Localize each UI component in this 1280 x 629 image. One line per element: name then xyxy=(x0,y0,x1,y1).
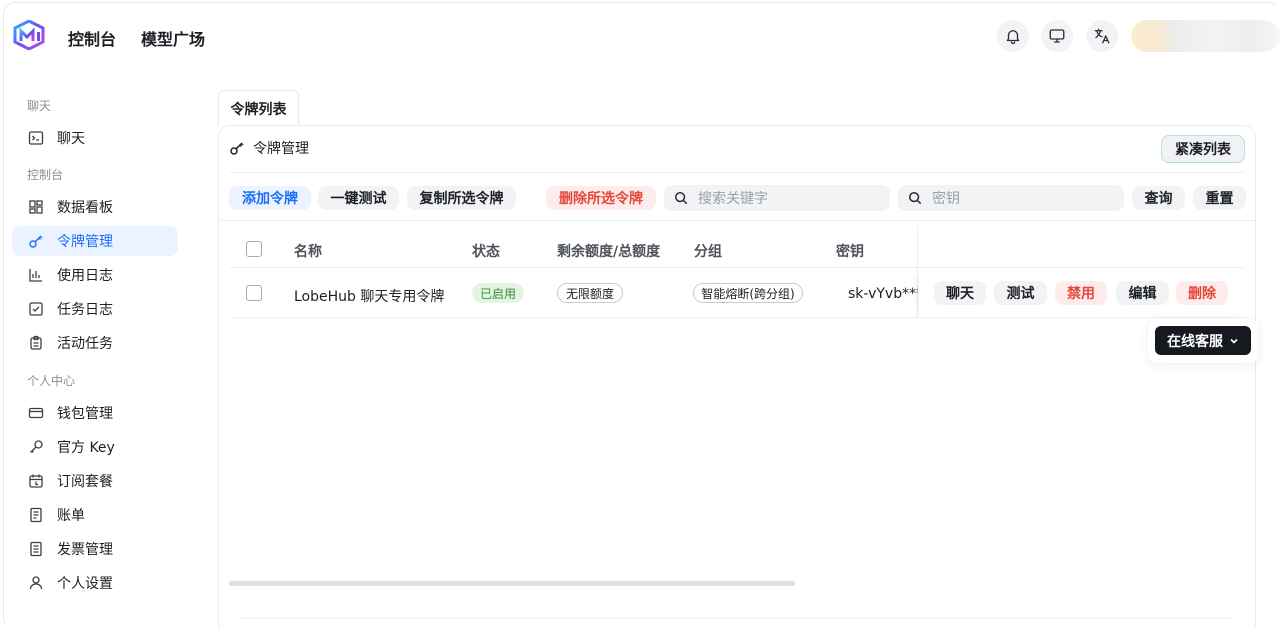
checkbox-icon xyxy=(29,302,43,316)
copy-selected-button[interactable]: 复制所选令牌 xyxy=(407,186,516,210)
search-icon xyxy=(674,191,688,205)
token-name: LobeHub 聊天专用令牌 xyxy=(294,289,445,305)
chat-button[interactable]: 聊天 xyxy=(934,281,986,305)
key-placeholder: 密钥 xyxy=(932,191,960,207)
nav-console[interactable]: 控制台 xyxy=(68,26,116,50)
reset-button[interactable]: 重置 xyxy=(1193,186,1246,210)
divider xyxy=(229,172,1245,173)
sidebar-item-settings[interactable]: 个人设置 xyxy=(12,568,178,598)
sidebar-item-label: 数据看板 xyxy=(57,200,113,216)
sidebar-item-label: 令牌管理 xyxy=(57,234,113,250)
test-button[interactable]: 测试 xyxy=(994,281,1047,305)
sidebar-item-subscription[interactable]: 订阅套餐 xyxy=(12,466,178,496)
column-header-group[interactable]: 分组 xyxy=(694,241,722,261)
support-label: 在线客服 xyxy=(1167,333,1223,350)
sidebar-section-chat: 聊天 xyxy=(27,99,52,113)
sidebar-item-active-tasks[interactable]: 活动任务 xyxy=(12,328,178,358)
group-badge: 智能熔断(跨分组) xyxy=(693,283,803,303)
language-button[interactable] xyxy=(1086,20,1118,52)
sidebar-item-usage-logs[interactable]: 使用日志 xyxy=(12,260,178,290)
sidebar-item-label: 个人设置 xyxy=(57,576,113,592)
column-header-quota[interactable]: 剩余额度/总额度 xyxy=(557,241,660,261)
edit-button[interactable]: 编辑 xyxy=(1116,281,1169,305)
query-button[interactable]: 查询 xyxy=(1132,186,1185,210)
sidebar-item-label: 订阅套餐 xyxy=(57,474,113,490)
bar-chart-icon xyxy=(29,269,42,282)
online-support-button[interactable]: 在线客服 xyxy=(1155,326,1251,355)
select-all-checkbox[interactable] xyxy=(246,241,262,257)
sidebar-item-label: 官方 Key xyxy=(57,440,115,456)
top-header: 控制台 模型广场 xyxy=(0,0,1280,72)
sidebar-item-label: 发票管理 xyxy=(57,542,113,558)
table-header-divider xyxy=(229,267,1245,268)
user-avatar[interactable] xyxy=(1131,20,1280,52)
column-header-status[interactable]: 状态 xyxy=(472,241,500,261)
user-icon xyxy=(29,576,43,590)
delete-selected-button[interactable]: 删除所选令牌 xyxy=(546,186,656,210)
sidebar-item-chat[interactable]: 聊天 xyxy=(12,123,178,153)
disable-button[interactable]: 禁用 xyxy=(1055,281,1107,305)
nav-model-plaza[interactable]: 模型广场 xyxy=(141,26,205,50)
sidebar-section-personal: 个人中心 xyxy=(27,374,76,388)
key-search-input[interactable]: 密钥 xyxy=(898,185,1124,211)
row-actions: 聊天 测试 禁用 编辑 删除 xyxy=(919,269,1239,318)
key-icon xyxy=(29,235,43,248)
key-alt-icon xyxy=(30,440,43,453)
sidebar-item-wallet[interactable]: 钱包管理 xyxy=(12,398,178,428)
calendar-icon xyxy=(29,474,43,488)
search-icon xyxy=(908,191,922,205)
sidebar-item-label: 聊天 xyxy=(57,131,85,147)
sidebar-item-label: 钱包管理 xyxy=(57,406,113,422)
chevron-down-icon xyxy=(1230,338,1238,344)
clipboard-icon xyxy=(30,335,42,350)
quota-badge: 无限额度 xyxy=(557,283,623,303)
support-widget: 在线客服 xyxy=(1148,319,1258,363)
column-separator xyxy=(917,226,918,318)
column-header-name[interactable]: 名称 xyxy=(294,241,322,261)
column-header-key[interactable]: 密钥 xyxy=(836,241,864,261)
card-title-text: 令牌管理 xyxy=(253,141,309,157)
search-input[interactable]: 搜索关键字 xyxy=(664,185,890,211)
wallet-icon xyxy=(28,407,44,419)
monitor-icon xyxy=(1049,29,1065,43)
sidebar-section-console: 控制台 xyxy=(27,168,64,182)
bell-icon xyxy=(1006,30,1020,45)
sidebar-item-token-management[interactable]: 令牌管理 xyxy=(12,226,178,256)
card-title: 令牌管理 xyxy=(229,138,309,158)
sidebar-item-label: 使用日志 xyxy=(57,268,113,284)
sidebar-item-invoices[interactable]: 发票管理 xyxy=(12,534,178,564)
invoice-icon xyxy=(30,541,42,557)
test-all-button[interactable]: 一键测试 xyxy=(318,186,399,210)
key-icon xyxy=(230,142,244,155)
sidebar-item-bills[interactable]: 账单 xyxy=(12,500,178,530)
delete-button[interactable]: 删除 xyxy=(1176,281,1228,305)
translate-icon xyxy=(1094,28,1110,44)
search-placeholder: 搜索关键字 xyxy=(698,191,768,207)
compact-list-button[interactable]: 紧凑列表 xyxy=(1161,135,1245,163)
display-mode-button[interactable] xyxy=(1041,20,1073,52)
token-card: 令牌管理 紧凑列表 添加令牌 一键测试 复制所选令牌 删除所选令牌 搜索关键字 … xyxy=(218,125,1256,629)
sidebar-item-official-key[interactable]: 官方 Key xyxy=(12,432,178,462)
bill-icon xyxy=(30,507,42,523)
row-checkbox[interactable] xyxy=(246,285,262,301)
app-logo[interactable] xyxy=(13,20,45,50)
horizontal-scrollbar[interactable] xyxy=(229,581,795,586)
sidebar-item-label: 活动任务 xyxy=(57,336,113,352)
terminal-icon xyxy=(28,131,44,145)
status-badge: 已启用 xyxy=(472,283,524,303)
sidebar-item-label: 账单 xyxy=(57,508,85,524)
tab-token-list[interactable]: 令牌列表 xyxy=(218,90,299,126)
notification-button[interactable] xyxy=(997,20,1029,52)
row-divider xyxy=(229,317,1245,318)
sidebar-item-dashboard[interactable]: 数据看板 xyxy=(12,192,178,222)
sidebar-item-task-logs[interactable]: 任务日志 xyxy=(12,294,178,324)
divider xyxy=(219,220,1255,221)
dashboard-icon xyxy=(29,200,43,214)
add-token-button[interactable]: 添加令牌 xyxy=(229,186,311,210)
sidebar-item-label: 任务日志 xyxy=(57,302,113,318)
token-key[interactable]: sk-vYvb**** xyxy=(848,286,918,302)
footer-divider xyxy=(241,618,1235,619)
